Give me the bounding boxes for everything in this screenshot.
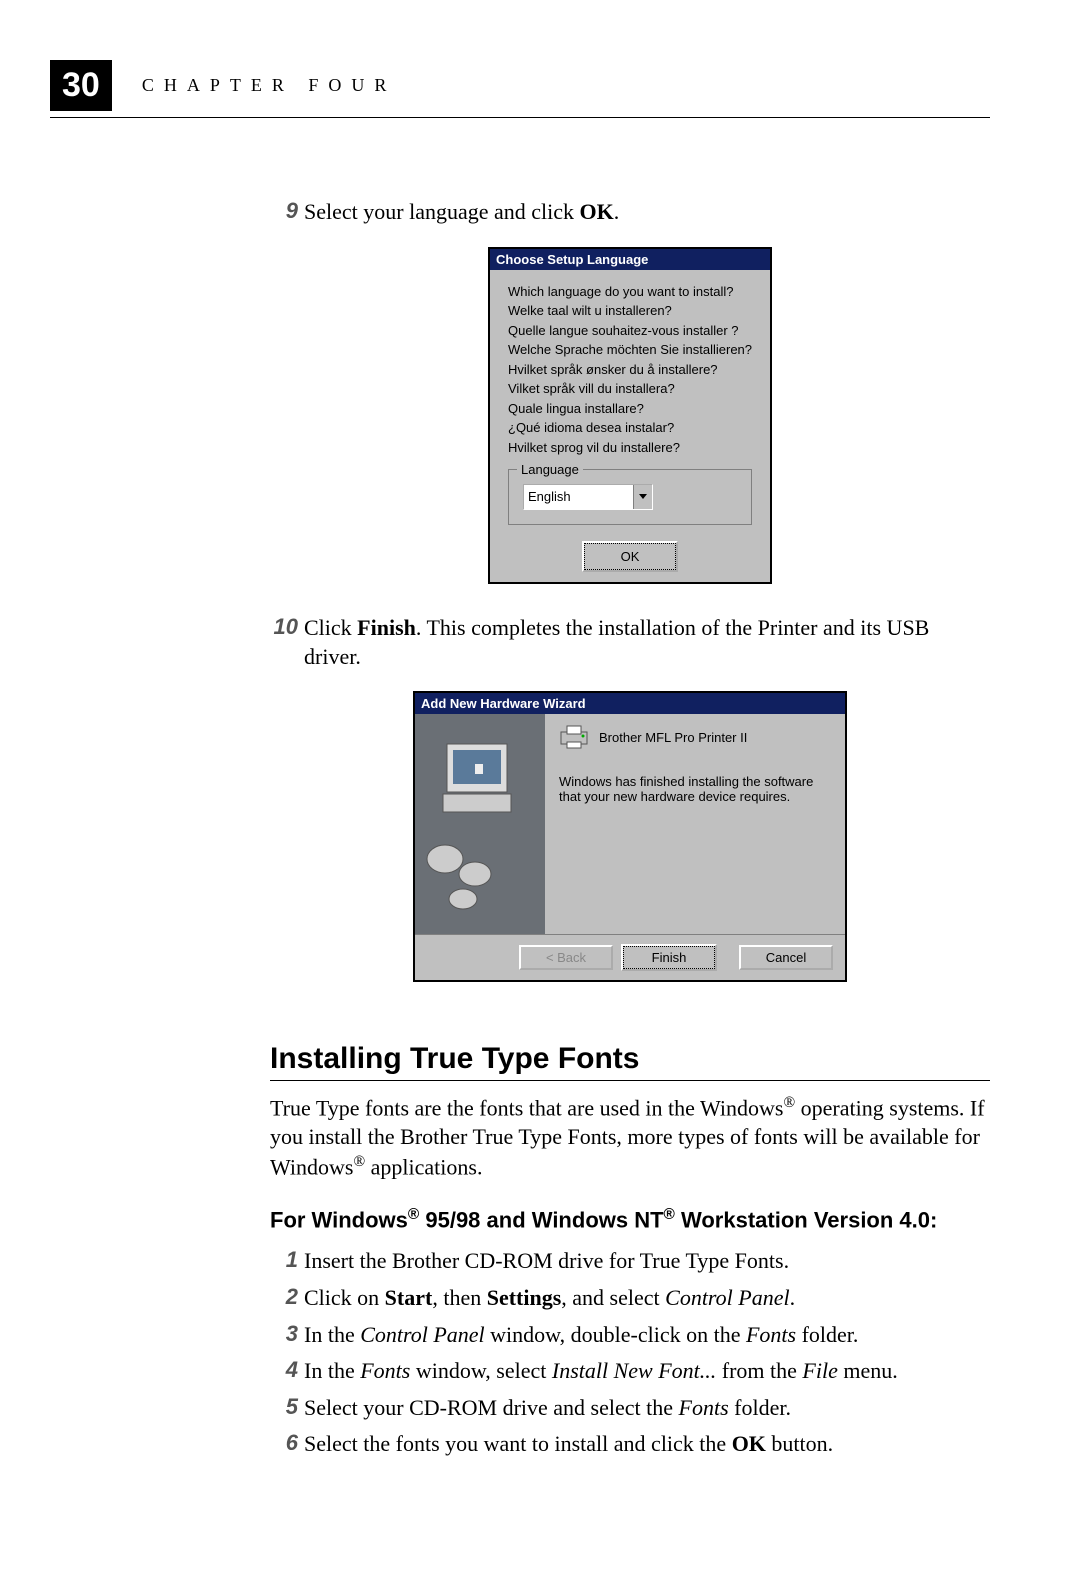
wizard-side-graphic	[415, 714, 545, 934]
page-number: 30	[50, 60, 112, 111]
registered-icon: ®	[783, 1094, 795, 1111]
lang-line: Welche Sprache möchten Sie installieren?	[508, 340, 752, 360]
language-group-label: Language	[517, 460, 583, 480]
step-number-3: 3	[270, 1321, 298, 1347]
finish-button[interactable]: Finish	[623, 946, 715, 969]
list-step-3: 3 In the Control Panel window, double-cl…	[270, 1321, 990, 1350]
step-4-text: In the Fonts window, select Install New …	[304, 1357, 990, 1386]
chapter-label: CHAPTER FOUR	[142, 75, 397, 96]
choose-language-dialog: Choose Setup Language Which language do …	[488, 247, 772, 585]
language-select[interactable]: English	[523, 484, 653, 510]
section-heading-installing-truetype-fonts: Installing True Type Fonts	[270, 1042, 990, 1076]
step-number-6: 6	[270, 1430, 298, 1456]
step-number-9: 9	[270, 198, 298, 224]
dialog-title-wizard: Add New Hardware Wizard	[415, 693, 845, 714]
add-new-hardware-wizard-dialog: Add New Hardware Wizard	[413, 691, 847, 982]
step-number-1: 1	[270, 1247, 298, 1273]
wizard-message: Windows has finished installing the soft…	[559, 774, 831, 804]
step-number-4: 4	[270, 1357, 298, 1383]
computer-hardware-icon	[415, 714, 545, 934]
step-1-text: Insert the Brother CD-ROM drive for True…	[304, 1247, 990, 1276]
lang-line: Vilket språk vill du installera?	[508, 379, 752, 399]
wizard-product-row: Brother MFL Pro Printer II	[559, 724, 831, 750]
step-2-text: Click on Start, then Settings, and selec…	[304, 1284, 990, 1313]
step-10: 10 Click Finish. This completes the inst…	[270, 614, 990, 671]
step-6-text: Select the fonts you want to install and…	[304, 1430, 990, 1459]
back-button: < Back	[519, 945, 613, 970]
printer-icon	[559, 724, 589, 750]
lang-line: ¿Qué idioma desea instalar?	[508, 418, 752, 438]
step-10-text: Click Finish. This completes the install…	[304, 614, 990, 671]
step-5-text: Select your CD-ROM drive and select the …	[304, 1394, 990, 1423]
list-step-1: 1 Insert the Brother CD-ROM drive for Tr…	[270, 1247, 990, 1276]
lang-line: Which language do you want to install?	[508, 282, 752, 302]
list-step-2: 2 Click on Start, then Settings, and sel…	[270, 1284, 990, 1313]
cancel-button[interactable]: Cancel	[739, 945, 833, 970]
language-select-value: English	[528, 489, 571, 504]
list-step-6: 6 Select the fonts you want to install a…	[270, 1430, 990, 1459]
registered-icon: ®	[353, 1153, 365, 1170]
wizard-product-name: Brother MFL Pro Printer II	[599, 730, 747, 745]
step-9: 9 Select your language and click OK.	[270, 198, 990, 227]
lang-line: Welke taal wilt u installeren?	[508, 301, 752, 321]
dialog-title-language: Choose Setup Language	[490, 249, 770, 270]
registered-icon: ®	[664, 1206, 675, 1223]
ok-button[interactable]: OK	[584, 543, 676, 571]
section-paragraph: True Type fonts are the fonts that are u…	[270, 1093, 990, 1181]
list-step-5: 5 Select your CD-ROM drive and select th…	[270, 1394, 990, 1423]
registered-icon: ®	[408, 1206, 419, 1223]
subheading-for-windows: For Windows® 95/98 and Windows NT® Works…	[270, 1206, 990, 1234]
lang-line: Hvilket sprog vil du installere?	[508, 438, 752, 458]
step-3-text: In the Control Panel window, double-clic…	[304, 1321, 990, 1350]
lang-line: Hvilket språk ønsker du å installere?	[508, 360, 752, 380]
language-groupbox: Language English	[508, 469, 752, 525]
step-number-5: 5	[270, 1394, 298, 1420]
page-header: 30 CHAPTER FOUR	[50, 60, 990, 118]
step-number-2: 2	[270, 1284, 298, 1310]
chevron-down-icon[interactable]	[633, 485, 652, 509]
lang-line: Quale lingua installare?	[508, 399, 752, 419]
step-9-text: Select your language and click OK.	[304, 198, 990, 227]
step-number-10: 10	[270, 614, 298, 640]
lang-line: Quelle langue souhaitez-vous installer ?	[508, 321, 752, 341]
section-rule	[270, 1080, 990, 1081]
list-step-4: 4 In the Fonts window, select Install Ne…	[270, 1357, 990, 1386]
